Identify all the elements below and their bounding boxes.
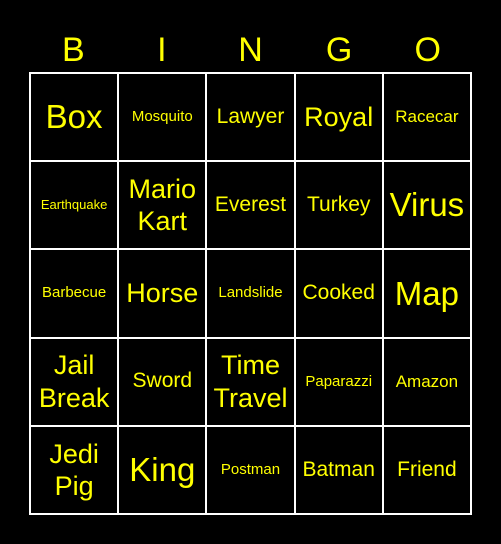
header-letter-g: G [325, 31, 353, 69]
bingo-cell[interactable]: Postman [206, 425, 295, 514]
header-letter-n: N [238, 31, 263, 69]
bingo-cell[interactable]: Virus [382, 161, 471, 250]
header-letter-o: O [414, 31, 441, 69]
bingo-cell[interactable]: Earthquake [30, 161, 119, 250]
bingo-cell[interactable]: Everest [206, 161, 295, 250]
bingo-cell[interactable]: Lawyer [206, 73, 295, 162]
bingo-cell[interactable]: Batman [294, 425, 383, 514]
header-letter-i: I [157, 31, 167, 69]
bingo-cell[interactable]: Box [30, 73, 119, 162]
bingo-cell[interactable]: Time Travel [206, 337, 295, 426]
bingo-cell[interactable]: King [118, 425, 207, 514]
bingo-cell[interactable]: Royal [294, 73, 383, 162]
bingo-cell[interactable]: Map [382, 249, 471, 338]
bingo-header: B I N G O [29, 28, 472, 72]
bingo-cell[interactable]: Mosquito [118, 73, 207, 162]
bingo-cell[interactable]: Landslide [206, 249, 295, 338]
bingo-cell[interactable]: Jedi Pig [30, 425, 119, 514]
bingo-cell[interactable]: Horse [118, 249, 207, 338]
bingo-cell[interactable]: Paparazzi [294, 337, 383, 426]
bingo-cell[interactable]: Mario Kart [118, 161, 207, 250]
header-letter-b: B [61, 31, 85, 69]
bingo-cell[interactable]: Sword [118, 337, 207, 426]
bingo-cell[interactable]: Cooked [294, 249, 383, 338]
bingo-cell[interactable]: Turkey [294, 161, 383, 250]
bingo-cell[interactable]: Racecar [382, 73, 471, 162]
bingo-cell[interactable]: Barbecue [30, 249, 119, 338]
bingo-cell[interactable]: Jail Break [30, 337, 119, 426]
bingo-cell[interactable]: Friend [382, 425, 471, 514]
bingo-card-grid: Box Mosquito Lawyer Royal Racecar Earthq… [29, 72, 472, 515]
bingo-cell[interactable]: Amazon [382, 337, 471, 426]
